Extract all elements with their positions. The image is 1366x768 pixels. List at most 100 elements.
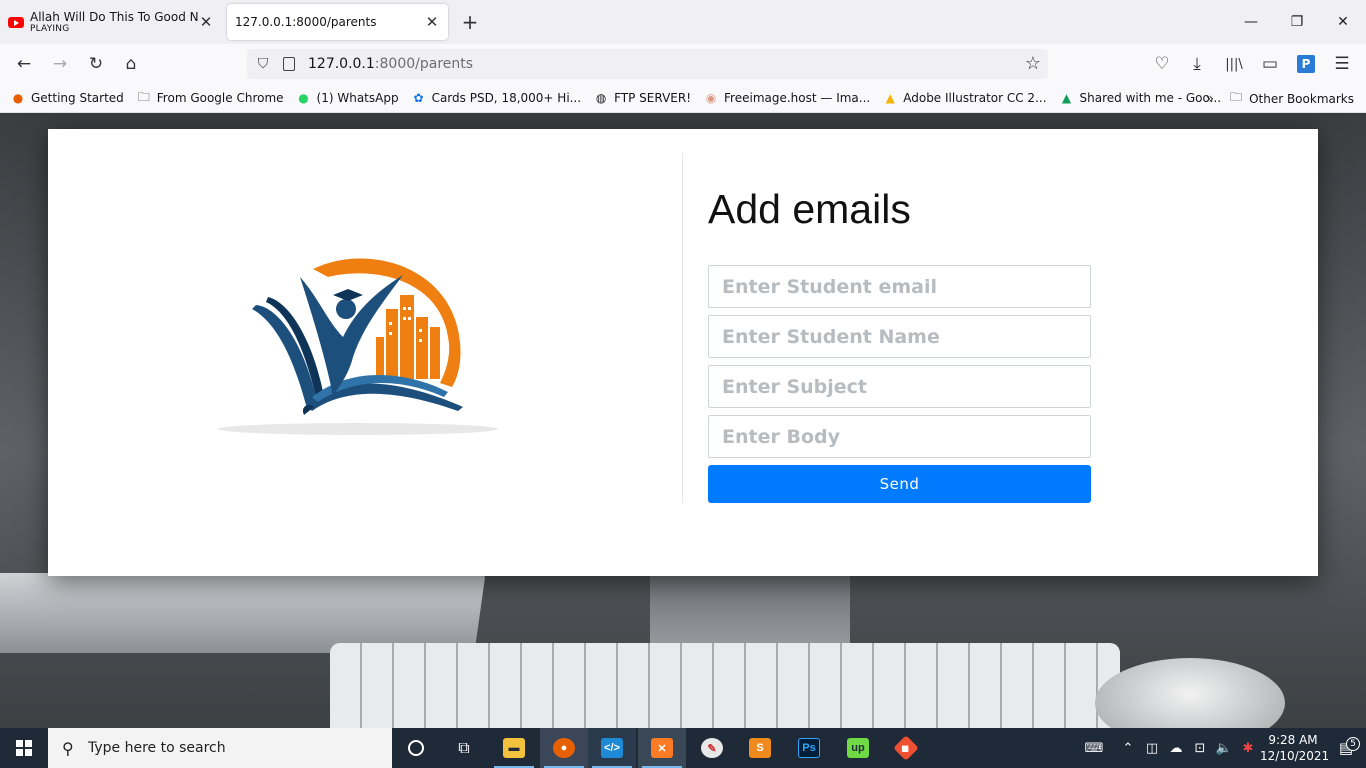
tracking-protection-icon[interactable]: ⛉ <box>255 56 271 72</box>
notification-count: 5 <box>1346 737 1360 751</box>
tab-title: Allah Will Do This To Good Non <box>30 10 198 24</box>
bookmark-label: Shared with me - Goo... <box>1079 91 1222 105</box>
whatsapp-icon: ● <box>298 91 309 105</box>
other-bookmarks[interactable]: 🗀 Other Bookmarks <box>1228 90 1354 107</box>
action-center-button[interactable]: ▤ 5 <box>1326 737 1366 757</box>
background-keyboard <box>330 643 1120 728</box>
bookmark-label: (1) WhatsApp <box>316 91 399 105</box>
bookmark-item[interactable]: ◉ Freeimage.host — Ima... <box>703 90 870 106</box>
body-input[interactable] <box>708 415 1091 458</box>
volume-icon[interactable]: 🔈 <box>1212 741 1236 756</box>
subject-input[interactable] <box>708 365 1091 408</box>
extension-icon[interactable]: P <box>1294 52 1318 76</box>
back-icon[interactable]: ← <box>12 52 36 76</box>
email-card: Add emails Send <box>48 129 1318 576</box>
sidebar-icon[interactable]: ▭ <box>1258 52 1282 76</box>
globe-icon: ◍ <box>595 91 607 105</box>
bookmark-item[interactable]: ● Getting Started <box>10 90 124 106</box>
start-button[interactable] <box>0 728 48 768</box>
close-tab-icon[interactable]: ✕ <box>424 13 440 31</box>
restore-icon[interactable]: ❐ <box>1274 0 1320 44</box>
sublime-text-icon[interactable]: S <box>736 728 784 768</box>
search-icon: ⚲ <box>62 739 74 758</box>
git-icon[interactable]: ◆ <box>882 728 930 768</box>
pocket-icon[interactable]: ♡ <box>1150 52 1174 76</box>
new-tab-button[interactable]: + <box>458 10 482 34</box>
window-controls: — ❐ ✕ <box>1228 0 1366 44</box>
browser-tab-strip: Allah Will Do This To Good Non PLAYING ✕… <box>0 0 1366 44</box>
bookmark-item[interactable]: ▲ Adobe Illustrator CC 2... <box>882 90 1047 106</box>
bookmark-item[interactable]: 🗀 From Google Chrome <box>136 90 284 106</box>
system-tray: ⌨ ⌃ ◫ ☁ ⊡ 🔈 ✱ 9:28 AM 12/10/2021 ▤ 5 <box>1082 728 1366 768</box>
student-email-input[interactable] <box>708 265 1091 308</box>
tab-youtube[interactable]: Allah Will Do This To Good Non PLAYING ✕ <box>0 4 222 40</box>
file-explorer-icon[interactable]: ▬ <box>490 728 538 768</box>
tab-playing-label: PLAYING <box>30 24 70 34</box>
youtube-icon <box>8 16 24 28</box>
task-view-icon[interactable]: ⧉ <box>440 728 488 768</box>
home-icon[interactable]: ⌂ <box>119 52 143 76</box>
add-emails-form: Add emails Send <box>708 184 1091 503</box>
photoshop-icon[interactable]: Ps <box>785 728 833 768</box>
bookmark-label: From Google Chrome <box>156 91 284 105</box>
close-window-icon[interactable]: ✕ <box>1320 0 1366 44</box>
bookmark-item[interactable]: ✿ Cards PSD, 18,000+ Hi... <box>411 90 582 106</box>
tab-parents[interactable]: 127.0.0.1:8000/parents ✕ <box>227 4 448 40</box>
bookmark-label: Freeimage.host — Ima... <box>724 91 871 105</box>
bookmarks-toolbar: ● Getting Started 🗀 From Google Chrome ● (1… <box>0 84 1366 113</box>
student-name-input[interactable] <box>708 315 1091 358</box>
page-info-icon[interactable] <box>283 57 295 71</box>
vscode-icon[interactable]: </> <box>588 728 636 768</box>
bookmark-star-icon[interactable]: ☆ <box>1025 53 1041 74</box>
folder-icon: 🗀 <box>137 89 150 104</box>
firefox-icon[interactable]: ● <box>540 728 588 768</box>
address-bar[interactable]: ⛉ 127.0.0.1:8000/parents ☆ <box>247 49 1048 79</box>
close-tab-icon[interactable]: ✕ <box>198 13 214 31</box>
more-bookmarks-icon[interactable]: » <box>1205 91 1214 107</box>
page-title: Add emails <box>708 186 911 232</box>
google-drive-icon: ▲ <box>885 91 895 105</box>
bookmark-item[interactable]: ◍ FTP SERVER! <box>593 90 691 106</box>
paint-icon[interactable]: ✎ <box>688 728 736 768</box>
navigation-toolbar: ← → ↻ ⌂ ⛉ 127.0.0.1:8000/parents ☆ ♡ ⤓ |… <box>0 44 1366 84</box>
firefox-icon: ● <box>12 91 24 105</box>
reload-icon[interactable]: ↻ <box>84 52 108 76</box>
bookmark-label: Getting Started <box>31 91 124 105</box>
app-tray-icon[interactable]: ✱ <box>1236 741 1260 756</box>
background-laptop <box>0 573 486 653</box>
bookmark-label: FTP SERVER! <box>614 91 692 105</box>
menu-icon[interactable]: ☰ <box>1330 52 1354 76</box>
show-hidden-icons[interactable]: ⌃ <box>1116 741 1140 756</box>
url-host: 127.0.0.1 <box>308 56 375 72</box>
library-icon[interactable]: |||\ <box>1222 52 1246 76</box>
search-placeholder: Type here to search <box>88 740 226 756</box>
bookmark-item[interactable]: ▲ Shared with me - Goo... <box>1059 90 1222 106</box>
clock[interactable]: 9:28 AM 12/10/2021 <box>1260 732 1330 764</box>
bookmark-item[interactable]: ● (1) WhatsApp <box>296 90 399 106</box>
security-icon[interactable]: ☁ <box>1164 741 1188 756</box>
xampp-icon[interactable]: ✕ <box>638 728 686 768</box>
minimize-icon[interactable]: — <box>1228 0 1274 44</box>
bookmark-label: Adobe Illustrator CC 2... <box>903 91 1047 105</box>
freepik-icon: ✿ <box>413 91 424 105</box>
other-bookmarks-label: Other Bookmarks <box>1249 91 1354 106</box>
windows-taskbar: ⚲ Type here to search ⧉ ▬ ● </> ✕ ✎ S Ps… <box>0 728 1366 768</box>
bookmark-label: Cards PSD, 18,000+ Hi... <box>431 91 582 105</box>
cortana-icon[interactable] <box>392 728 440 768</box>
taskbar-search-box[interactable]: ⚲ Type here to search <box>48 728 392 768</box>
clock-date: 12/10/2021 <box>1260 749 1330 763</box>
page-viewport: Add emails Send <box>0 113 1366 728</box>
tab-title: 127.0.0.1:8000/parents <box>235 15 377 29</box>
url-text[interactable]: 127.0.0.1:8000/parents <box>308 56 473 72</box>
windows-logo-icon <box>16 740 32 756</box>
meet-now-icon[interactable]: ◫ <box>1140 741 1164 756</box>
downloads-icon[interactable]: ⤓ <box>1185 52 1209 76</box>
network-icon[interactable]: ⊡ <box>1188 741 1212 756</box>
upwork-icon[interactable]: up <box>834 728 882 768</box>
url-path: :8000/parents <box>374 56 474 72</box>
forward-icon[interactable]: → <box>48 52 72 76</box>
google-drive-icon: ▲ <box>1061 91 1072 105</box>
keyboard-icon[interactable]: ⌨ <box>1082 741 1106 756</box>
folder-icon: 🗀 <box>1230 90 1243 104</box>
send-button[interactable]: Send <box>708 465 1091 503</box>
